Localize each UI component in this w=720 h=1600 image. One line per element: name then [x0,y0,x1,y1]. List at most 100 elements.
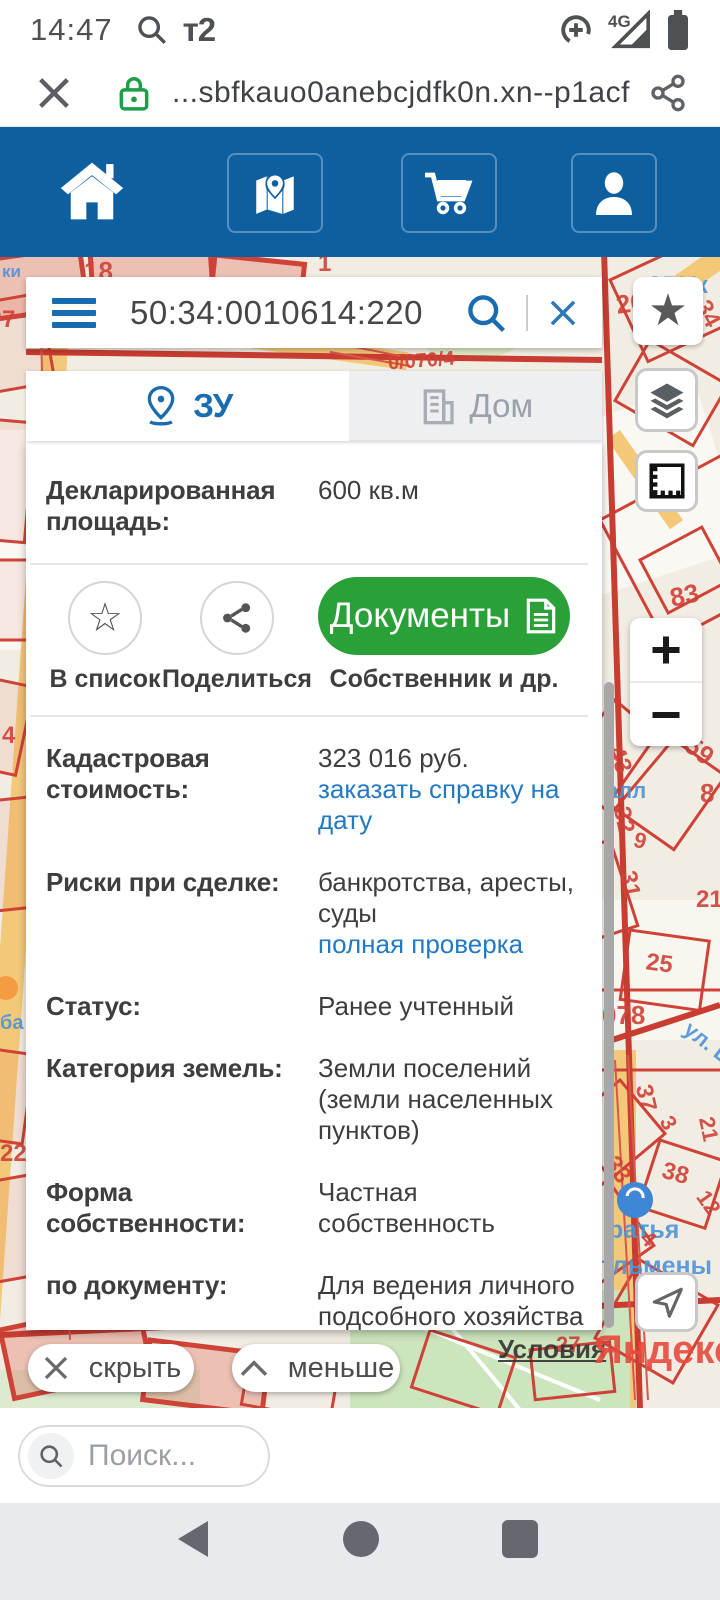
full-check-link[interactable]: полная проверка [318,929,588,960]
owner-label: Собственник и др. [329,665,559,693]
search-icon [40,1444,63,1467]
menu-icon[interactable] [52,292,96,334]
cart-nav-button[interactable] [401,153,497,233]
close-icon [44,1356,67,1380]
declared-area-row: Декларированная площадь: 600 кв.м [26,441,602,563]
close-tab-icon[interactable] [34,73,74,113]
permitted-use-row: по документу: Для ведения личного подсоб… [46,1270,588,1330]
panel-scrollbar[interactable] [604,682,614,1328]
profile-nav-button[interactable] [571,153,657,233]
value-text: банкротства, аресты, суды [318,867,574,928]
home-icon[interactable] [58,159,126,223]
row-value: банкротства, аресты, суды полная проверк… [318,867,588,960]
carrier-logo: т2 [182,11,217,48]
hide-panel-label: скрыть [88,1351,182,1384]
ruler-icon [649,463,684,499]
status-search-icon [137,16,166,44]
cart-icon [425,172,473,215]
secure-lock-icon[interactable] [118,74,150,112]
share-button[interactable] [200,581,274,655]
android-nav-bar [0,1503,720,1600]
browser-url-bar: ...sbfkauo0anebcjdfk0n.xn--p1acf [0,60,720,127]
recents-button[interactable] [502,1520,538,1558]
cadastral-search-bar: 50:34:0010614:220 [26,277,602,348]
row-value: 323 016 руб. заказать справку на дату [318,743,588,836]
tab-land-parcel[interactable]: ЗУ [26,371,349,441]
zoom-in-button[interactable] [630,618,702,683]
ownership-form-row: Форма собственности: Частная собственнос… [46,1177,588,1239]
row-value: 600 кв.м [318,475,419,505]
url-text[interactable]: ...sbfkauo0anebcjdfk0n.xn--p1acf [172,76,648,110]
row-value: Для ведения личного подсобного хозяйства [318,1270,584,1330]
battery-icon [668,10,688,50]
layers-icon [650,383,683,419]
search-input[interactable]: 50:34:0010614:220 [130,294,464,332]
data-saver-icon [561,15,591,45]
map-nav-button[interactable] [227,153,323,233]
location-arrow-icon [652,1287,683,1318]
zoom-out-button[interactable] [630,683,702,746]
deal-risks-row: Риски при сделке: банкротства, аресты, с… [46,867,588,960]
network-type-label: 4G [608,12,631,31]
row-value: Ранее учтенный [318,991,514,1021]
signal-icon: 4G [608,9,652,50]
row-label: Риски при сделке: [46,867,280,897]
tab-label: ЗУ [193,387,234,424]
search-placeholder: Поиск... [88,1438,197,1472]
tab-label: Дом [469,386,534,424]
parcel-details: Кадастровая стоимость: 323 016 руб. зака… [26,717,602,1330]
favorites-button[interactable]: ★ [633,277,703,345]
status-row: Статус: Ранее учтенный [46,991,588,1022]
browser-bottom-bar: Поиск... [0,1408,720,1503]
land-category-row: Категория земель: Земли поселений (земли… [46,1053,588,1146]
collapse-panel-label: меньше [287,1351,395,1384]
row-value: Земли поселений (земли населенных пункто… [318,1053,553,1145]
person-icon [596,172,632,215]
cadastral-value-row: Кадастровая стоимость: 323 016 руб. зака… [46,743,588,836]
star-icon: ★ [648,286,688,335]
search-icon[interactable] [464,291,508,335]
plus-icon [652,636,680,663]
hide-panel-button[interactable]: скрыть [28,1344,194,1392]
zoom-control [630,618,702,746]
share-page-icon[interactable] [648,73,688,113]
phone-screen: 181ки70/070/4аЗВVк26348341355943328алл93… [0,0,720,1600]
clear-search-icon[interactable] [544,294,582,332]
my-location-button[interactable] [635,1272,698,1332]
status-bar: 14:47 т2 4G [0,0,720,60]
divider [526,294,528,331]
browser-search-field[interactable]: Поиск... [18,1424,270,1487]
land-pin-icon [147,385,175,426]
value-text: 323 016 руб. [318,743,469,773]
chevron-up-icon [240,1360,267,1376]
layers-button[interactable] [635,368,698,432]
search-icon-circle [28,1432,74,1479]
row-label: Категория земель: [46,1053,283,1083]
documents-button[interactable]: Документы [318,577,570,655]
row-label: Кадастровая стоимость: [46,743,210,804]
row-label: Декларированная площадь: [46,475,276,536]
row-label: Форма собственности: [46,1177,246,1238]
building-icon [424,388,455,424]
back-button[interactable] [178,1521,208,1557]
clock: 14:47 [30,12,113,47]
parcel-info-panel: Декларированная площадь: 600 кв.м ☆ Доку… [26,441,602,1330]
measure-button[interactable] [635,450,698,512]
action-buttons-row: ☆ Документы В список Поделиться Собствен… [26,565,602,715]
tab-house[interactable]: Дом [348,371,602,441]
add-to-list-button[interactable]: ☆ [68,581,142,655]
minus-icon [652,711,680,718]
row-value: Частная собственность [318,1177,495,1238]
object-type-tabs: ЗУ Дом [26,371,602,441]
documents-button-label: Документы [329,596,511,635]
order-certificate-link[interactable]: заказать справку на дату [318,774,588,836]
star-outline-icon: ☆ [87,596,123,640]
collapse-panel-button[interactable]: меньше [232,1344,400,1392]
document-icon [526,598,556,634]
add-to-list-label: В список [49,665,161,693]
site-nav-bar [0,127,720,257]
row-label: Статус: [46,991,141,1021]
home-button[interactable] [343,1521,379,1557]
share-label: Поделиться [161,665,313,693]
map-icon [256,173,294,214]
